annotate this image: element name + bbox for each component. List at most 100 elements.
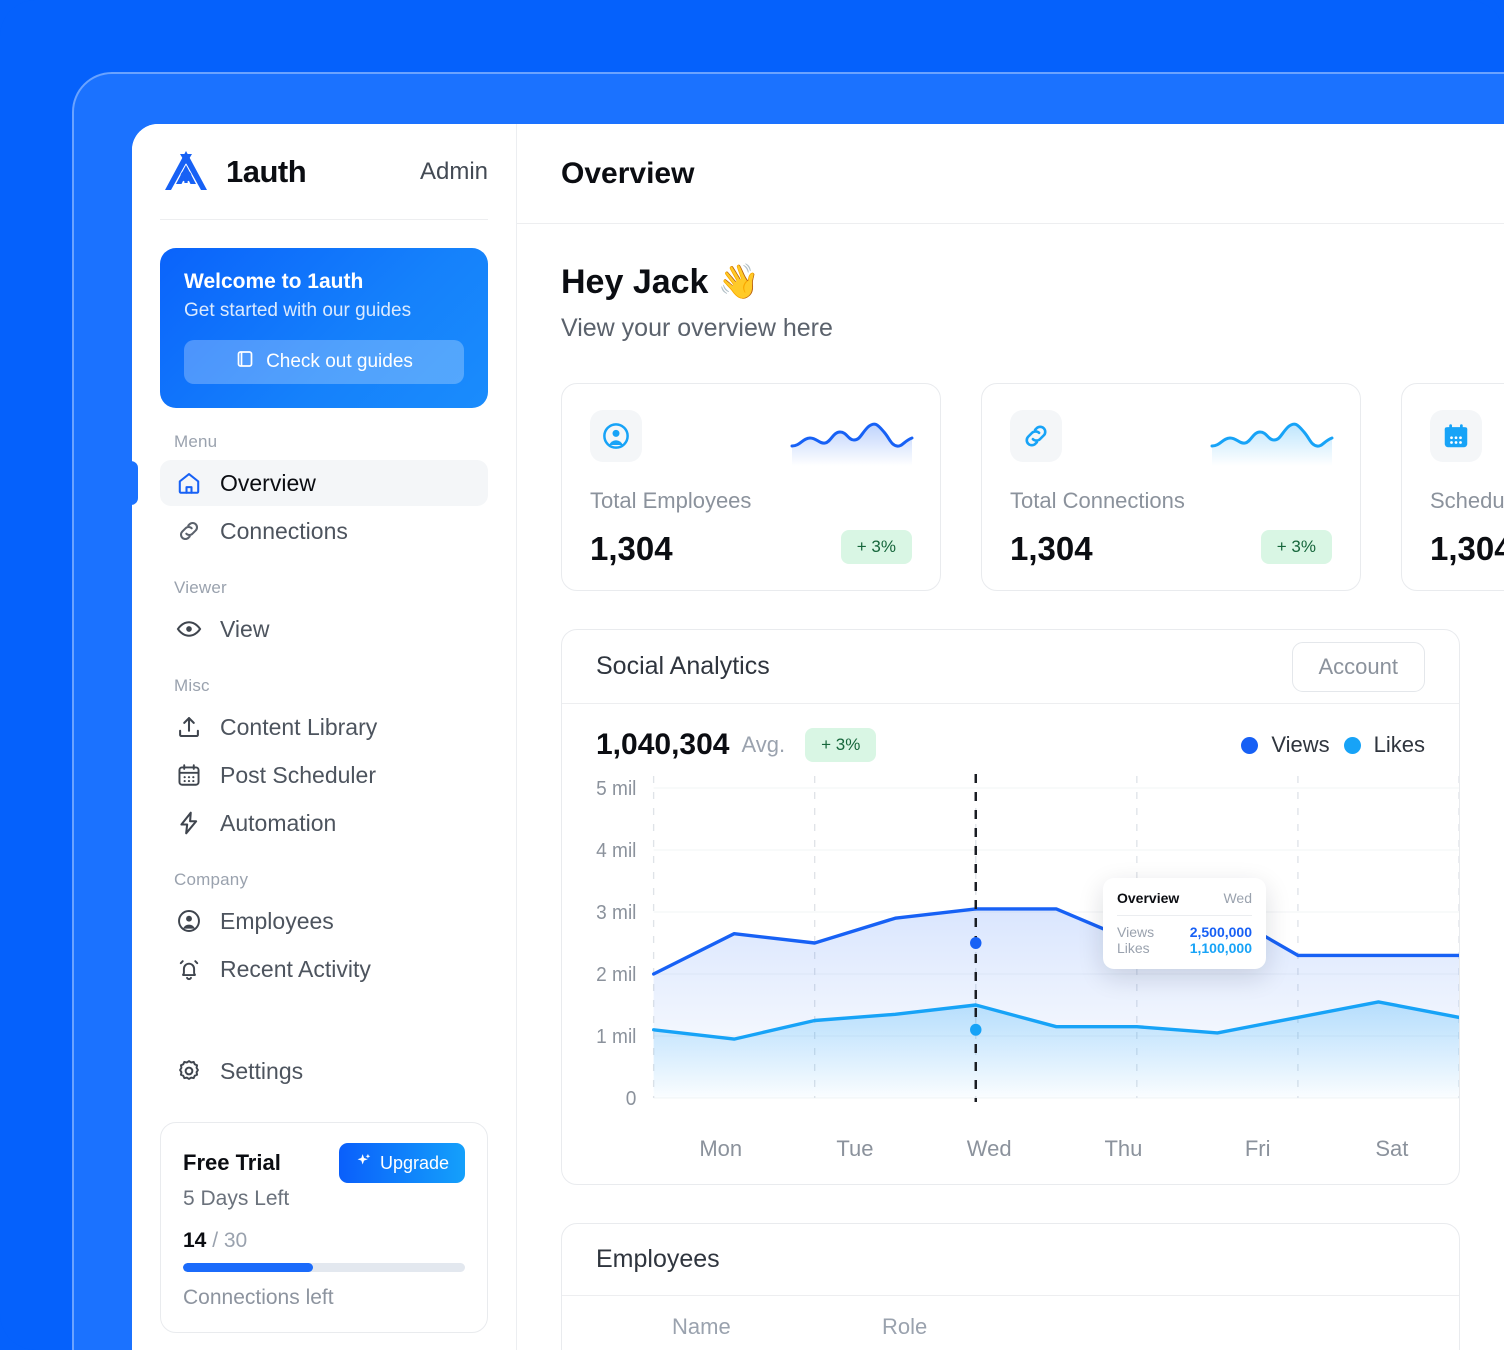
1auth-logo-icon — [160, 146, 212, 198]
legend-label: Views — [1271, 732, 1330, 757]
user-circle-icon — [590, 410, 642, 462]
stat-label: Total Employees — [590, 488, 752, 513]
chart-tooltip: Overview Wed Views 2,500,000 Likes 1,100… — [1103, 878, 1266, 969]
brand-name: 1auth — [226, 153, 307, 189]
legend-label: Likes — [1373, 732, 1425, 757]
x-axis-labels: Mon Tue Wed Thu Fri Sat — [562, 1136, 1459, 1184]
greeting-subtitle: View your overview here — [561, 314, 833, 342]
chart-status-badge: + 3% — [805, 728, 877, 762]
sparkline-chart — [1210, 422, 1334, 466]
legend-dot-likes — [1343, 736, 1361, 754]
sidebar-item-label: Settings — [220, 1057, 304, 1084]
legend-item-likes[interactable]: Likes — [1343, 732, 1425, 758]
free-trial-card: Free Trial Upgrade 5 Days Left 14 / 30 C… — [160, 1122, 488, 1333]
trial-total: / 30 — [212, 1229, 248, 1252]
sidebar-item-post-scheduler[interactable]: Post Scheduler — [160, 752, 488, 798]
sidebar-item-employees[interactable]: Employees — [160, 898, 488, 944]
welcome-card: Welcome to 1auth Get started with our gu… — [160, 248, 488, 408]
main-content: Overview Hey Jack 👋 View your overview h… — [517, 124, 1504, 1350]
stat-value: 1,304 — [590, 530, 673, 567]
check-out-guides-label: Check out guides — [266, 351, 413, 372]
trial-used: 14 — [183, 1229, 207, 1252]
svg-text:3 mil: 3 mil — [596, 902, 636, 925]
legend-item-views[interactable]: Views — [1241, 732, 1330, 758]
column-header-name: Name — [672, 1313, 731, 1339]
y-axis-labels: 0 1 mil 2 mil 3 mil 4 mil 5 mil — [596, 778, 636, 1111]
tooltip-divider — [1117, 915, 1252, 916]
trial-title: Free Trial — [183, 1150, 281, 1175]
tooltip-header: Overview Wed — [1117, 890, 1252, 906]
chart-average-value: 1,040,304 — [596, 728, 730, 761]
stat-card-scheduled-posts[interactable]: Scheduled Posts 1,304 + 3% — [1401, 383, 1504, 591]
tooltip-row-likes: Likes 1,100,000 — [1117, 940, 1252, 956]
welcome-title: Welcome to 1auth — [184, 270, 364, 293]
trial-top-row: Free Trial Upgrade — [183, 1143, 465, 1183]
chart-canvas: 0 1 mil 2 mil 3 mil 4 mil 5 mil — [596, 774, 1459, 1111]
account-filter-button[interactable]: Account — [1291, 641, 1425, 692]
main-body: Hey Jack 👋 View your overview here Total… — [517, 224, 1504, 1350]
tooltip-key: Views — [1117, 924, 1155, 940]
bell-icon — [176, 956, 202, 982]
page-header: Overview — [517, 124, 1504, 224]
eye-icon — [176, 616, 202, 642]
gear-icon — [176, 1058, 202, 1084]
tooltip-title: Overview — [1117, 890, 1180, 906]
settings-section: Settings — [160, 1048, 488, 1094]
upgrade-label: Upgrade — [379, 1152, 449, 1173]
sidebar: 1auth Admin Welcome to 1auth Get started… — [132, 124, 517, 1350]
panel-header: Social Analytics Account — [562, 630, 1459, 704]
svg-text:1 mil: 1 mil — [596, 1026, 636, 1049]
sidebar-item-view[interactable]: View — [160, 606, 488, 652]
sidebar-item-recent-activity[interactable]: Recent Activity — [160, 946, 488, 992]
upload-icon — [176, 714, 202, 740]
chart-legend: Views Likes — [1241, 732, 1425, 758]
employees-title: Employees — [596, 1245, 720, 1273]
bolt-icon — [176, 810, 202, 836]
nav-group-label-viewer: Viewer — [174, 578, 227, 597]
sidebar-item-settings[interactable]: Settings — [160, 1048, 488, 1094]
link-icon — [176, 518, 202, 544]
trial-footer-label: Connections left — [183, 1286, 334, 1309]
check-out-guides-button[interactable]: Check out guides — [184, 340, 464, 384]
link-icon — [1010, 410, 1062, 462]
sidebar-item-automation[interactable]: Automation — [160, 800, 488, 846]
nav-group-label-menu: Menu — [174, 432, 218, 451]
tooltip-key: Likes — [1117, 940, 1150, 956]
sparkline-chart — [790, 422, 914, 466]
sidebar-item-content-library[interactable]: Content Library — [160, 704, 488, 750]
calendar-icon — [176, 762, 202, 788]
svg-text:2 mil: 2 mil — [596, 964, 636, 987]
stat-card-total-employees[interactable]: Total Employees 1,304 + 3% — [561, 383, 941, 591]
stat-value: 1,304 — [1010, 530, 1093, 567]
nav-group-label-misc: Misc — [174, 676, 210, 695]
stat-label: Scheduled Posts — [1430, 488, 1504, 513]
sidebar-item-overview[interactable]: Overview — [160, 460, 488, 506]
nav-group-label-company: Company — [174, 870, 249, 889]
sidebar-item-connections[interactable]: Connections — [160, 508, 488, 554]
stat-card-row: Total Employees 1,304 + 3% Total Connect… — [561, 383, 1504, 591]
upgrade-button[interactable]: Upgrade — [338, 1143, 465, 1183]
column-header-role: Role — [882, 1313, 928, 1339]
user-circle-icon — [176, 908, 202, 934]
chart-average-label: Avg. — [741, 732, 786, 757]
stat-card-total-connections[interactable]: Total Connections 1,304 + 3% — [981, 383, 1361, 591]
trial-progress-fill — [183, 1263, 313, 1272]
status-badge: + 3% — [1260, 530, 1332, 564]
welcome-subtitle: Get started with our guides — [184, 300, 412, 321]
tooltip-value: 1,100,000 — [1189, 940, 1252, 956]
employees-header: Employees — [562, 1224, 1459, 1296]
views-data-point — [970, 937, 982, 949]
legend-dot-views — [1241, 736, 1259, 754]
likes-data-point — [970, 1023, 982, 1036]
sidebar-item-label: Automation — [220, 809, 337, 836]
area-chart[interactable]: 0 1 mil 2 mil 3 mil 4 mil 5 mil Overview — [562, 770, 1459, 1140]
sidebar-item-label: Content Library — [220, 713, 378, 740]
status-badge: + 3% — [840, 530, 912, 564]
brand-role: Admin — [419, 157, 488, 185]
sparkle-icon — [355, 1152, 372, 1174]
sidebar-item-label: View — [220, 615, 270, 642]
sidebar-item-label: Overview — [220, 469, 316, 496]
calendar-icon — [1430, 410, 1482, 462]
tooltip-value: 2,500,000 — [1189, 924, 1252, 940]
svg-text:4 mil: 4 mil — [596, 840, 636, 863]
